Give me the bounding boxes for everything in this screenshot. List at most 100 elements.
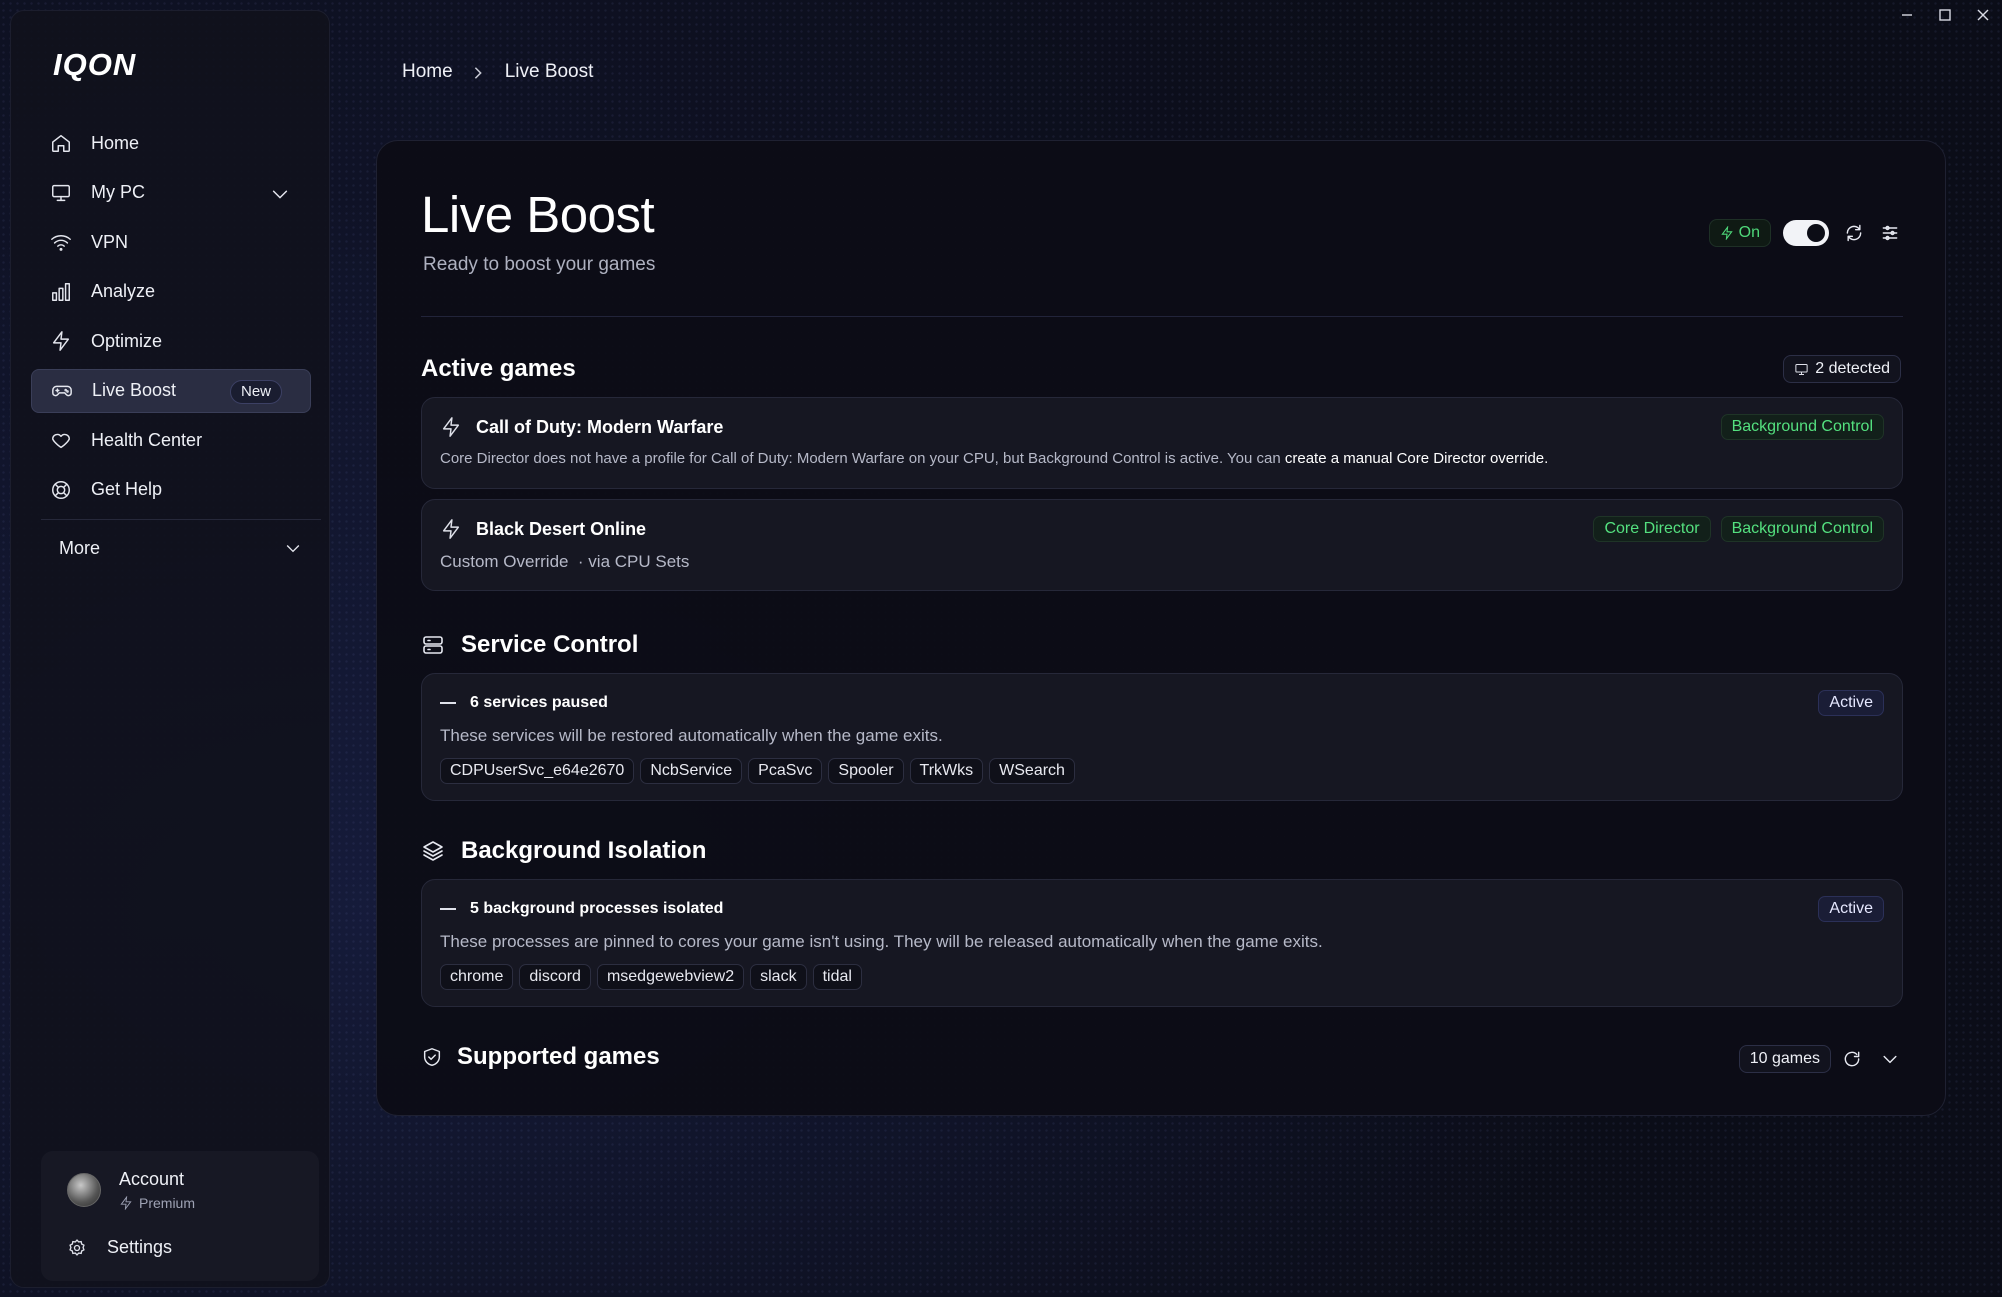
chevron-down-icon[interactable] [1879,1048,1901,1070]
status-label: On [1738,224,1760,241]
description-text: Core Director does not have a profile fo… [440,450,1285,467]
background-isolation-title: Background Isolation [421,837,706,865]
collapse-icon [440,908,456,910]
summary-label: 5 background processes isolated [470,900,724,917]
sidebar-item-live-boost[interactable]: Live Boost New [31,368,311,413]
refresh-icon[interactable] [1843,222,1865,244]
section-title-label: Supported games [457,1043,660,1070]
settings-label: Settings [107,1237,173,1257]
page-subtitle: Ready to boost your games [423,254,656,275]
sidebar-item-label: Health Center [91,429,203,450]
background-control-tag: Background Control [1720,516,1884,542]
wifi-icon [49,230,73,254]
services-summary[interactable]: 6 services paused [440,694,608,712]
sidebar-item-label: VPN [91,231,129,252]
live-boost-panel: Live Boost Ready to boost your games On … [376,140,1946,1116]
chevron-down-icon[interactable] [269,183,289,203]
header-divider [421,316,1903,317]
chevron-right-icon [471,64,487,80]
game-description: Core Director does not have a profile fo… [440,450,1548,467]
live-boost-toggle[interactable] [1783,220,1829,246]
background-isolation-card: 5 background processes isolated Active T… [421,879,1903,1007]
chevron-down-icon[interactable] [283,538,303,558]
close-icon[interactable] [1964,0,2002,30]
sidebar-item-home[interactable]: Home [31,121,311,165]
layers-icon [423,841,443,861]
lifebuoy-icon [49,478,73,502]
avatar[interactable] [67,1173,101,1207]
account-tier-label: Premium [139,1195,196,1211]
status-tags: Active [1818,690,1884,716]
process-chip: slack [750,964,807,990]
section-title-label: Active games [421,355,576,382]
sidebar: IQON Home My PC VPN Analyze Optimize Liv… [10,10,330,1288]
services-list: CDPUserSvc_e64e2670 NcbService PcaSvc Sp… [440,758,1081,784]
supported-games-title[interactable]: Supported games [421,1043,660,1071]
sidebar-divider [41,519,321,520]
core-director-tag: Core Director [1593,516,1711,542]
sidebar-item-optimize[interactable]: Optimize [31,319,311,363]
shield-check-icon [423,1048,441,1066]
services-description: These services will be restored automati… [440,726,943,745]
game-tags: Background Control [1711,414,1884,440]
app-logo: IQON [53,47,137,82]
service-chip: TrkWks [909,758,984,784]
sidebar-item-label: Analyze [91,281,156,301]
game-tags: Core Director Background Control [1583,516,1884,542]
account-tier: Premium [119,1195,195,1211]
section-title-label: Service Control [461,631,639,658]
detected-label: 2 detected [1815,360,1890,377]
sidebar-item-analyze[interactable]: Analyze [31,270,311,314]
process-chip: discord [519,964,591,990]
status-tags: Active [1818,896,1884,922]
sidebar-item-vpn[interactable]: VPN [31,220,311,264]
service-control-card: 6 services paused Active These services … [421,673,1903,801]
game-card-bdo[interactable]: Black Desert Online Core Director Backgr… [421,499,1903,591]
sidebar-item-label: Optimize [91,330,163,351]
sidebar-item-label: Live Boost [92,380,177,400]
sidebar-item-my-pc[interactable]: My PC [31,171,311,215]
process-chip: tidal [812,964,862,990]
account-panel: Account Premium Settings [41,1151,319,1281]
active-games-title: Active games [421,355,576,383]
collapse-icon [440,702,456,704]
service-chip: Spooler [828,758,904,784]
breadcrumb: Home Live Boost [402,61,593,83]
active-status-badge: Active [1818,896,1884,922]
game-title: Black Desert Online [440,518,646,540]
game-name: Black Desert Online [476,518,647,539]
create-override-link[interactable]: create a manual Core Director override. [1285,450,1548,467]
settings-button[interactable]: Settings [67,1237,172,1258]
game-card-cod[interactable]: Call of Duty: Modern Warfare Background … [421,397,1903,489]
summary-label: 6 services paused [470,694,608,711]
sliders-icon[interactable] [1879,222,1901,244]
window-controls [1888,0,2002,30]
refresh-icon[interactable] [1841,1048,1863,1070]
maximize-icon[interactable] [1926,0,1964,30]
minimize-icon[interactable] [1888,0,1926,30]
breadcrumb-current: Live Boost [504,61,594,82]
sidebar-item-get-help[interactable]: Get Help [31,468,311,512]
sidebar-nav: Home My PC VPN Analyze Optimize Live Boo… [31,121,311,517]
header-controls: On [1708,219,1901,247]
lightning-icon [49,329,73,353]
sidebar-item-health-center[interactable]: Health Center [31,418,311,462]
bar-chart-icon [49,280,73,304]
sidebar-item-label: Get Help [91,479,163,499]
process-chip: chrome [440,964,514,990]
monitor-icon [49,181,73,205]
sidebar-more[interactable]: More [41,526,311,570]
lightning-icon [442,519,460,539]
service-chip: CDPUserSvc_e64e2670 [440,758,635,784]
monitor-icon [1795,363,1808,375]
processes-description: These processes are pinned to cores your… [440,932,1323,951]
app-window: IQON Home My PC VPN Analyze Optimize Liv… [0,0,2002,1297]
new-badge: New [229,379,282,404]
account-name[interactable]: Account [119,1169,184,1190]
processes-list: chrome discord msedgewebview2 slack tida… [440,964,868,990]
processes-summary[interactable]: 5 background processes isolated [440,900,723,918]
page-title: Live Boost [421,186,655,243]
breadcrumb-home[interactable]: Home [402,61,453,83]
more-label: More [59,537,101,558]
sidebar-item-label: My PC [91,182,145,202]
